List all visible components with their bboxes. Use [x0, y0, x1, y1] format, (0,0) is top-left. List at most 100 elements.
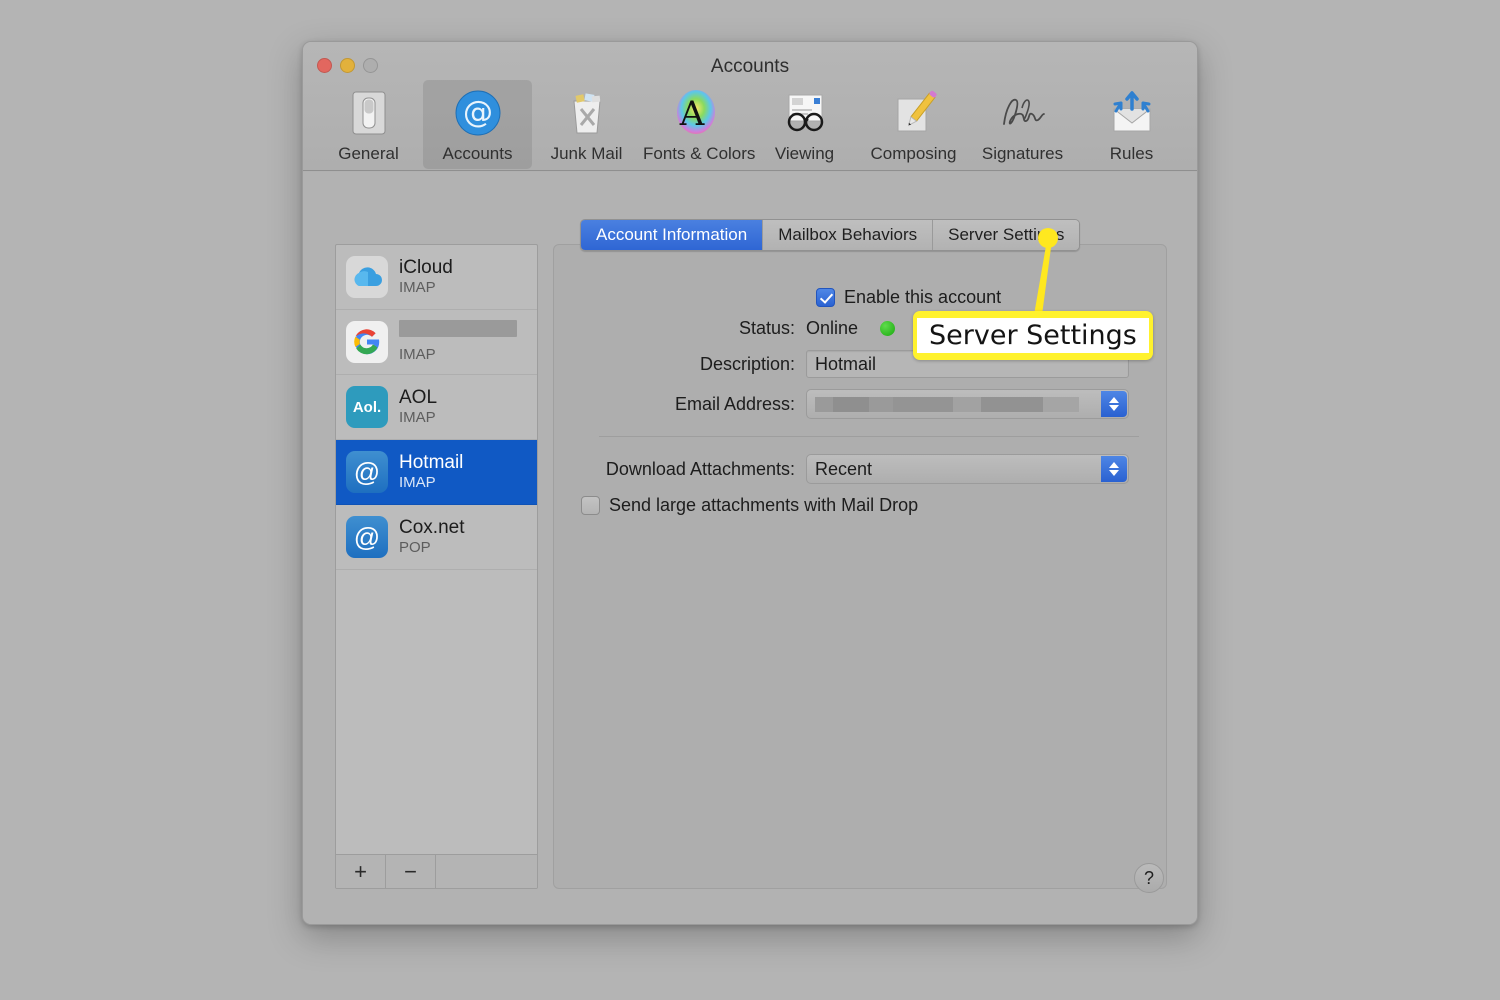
callout-text: Server Settings: [917, 318, 1149, 353]
accounts-list: iCloud IMAP IMAP Aol. AOL IMAP @ Hotmail…: [336, 245, 537, 855]
download-attachments-row: Download Attachments: Recent: [581, 454, 1151, 484]
redaction-block: [869, 396, 893, 412]
toolbar-label: Composing: [870, 144, 957, 163]
redaction-block: [953, 396, 981, 412]
email-address-redacted: [815, 390, 1120, 418]
toolbar-label: Junk Mail: [550, 144, 623, 163]
account-name: Hotmail: [399, 451, 464, 473]
redaction-block: [1043, 396, 1079, 412]
redaction-block: [893, 396, 953, 412]
at-sign-icon: @: [346, 516, 388, 558]
redaction-block: [981, 396, 1043, 412]
chevron-down-icon: [1109, 470, 1119, 476]
toolbar-item-composing[interactable]: Composing: [859, 80, 968, 169]
toolbar-item-accounts[interactable]: @ Accounts: [423, 80, 532, 169]
email-address-combobox[interactable]: [806, 389, 1129, 419]
toolbar-label: Accounts: [442, 144, 513, 163]
redaction-block: [833, 396, 869, 412]
redaction-block: [815, 396, 833, 412]
mail-drop-row[interactable]: Send large attachments with Mail Drop: [581, 495, 1151, 516]
composing-icon: [861, 86, 966, 140]
status-badge: [880, 321, 896, 336]
download-attachments-value: Recent: [815, 458, 873, 479]
aol-icon: Aol.: [346, 386, 388, 428]
list-item-text: iCloud IMAP: [399, 257, 453, 297]
form-divider: [599, 436, 1139, 437]
mail-drop-label: Send large attachments with Mail Drop: [609, 495, 919, 515]
account-name: AOL: [399, 386, 438, 408]
toolbar-label: General: [338, 144, 399, 163]
toolbar-item-fonts-colors[interactable]: A Fonts & Colors: [641, 80, 756, 169]
status-label: Status:: [738, 318, 795, 338]
account-name-redacted: [399, 320, 517, 345]
account-protocol: IMAP: [399, 279, 436, 297]
status-value: Online: [806, 318, 859, 338]
enable-account-label: Enable this account: [844, 287, 1002, 307]
account-name: Cox.net: [399, 516, 465, 538]
account-name: iCloud: [399, 256, 453, 278]
account-protocol: IMAP: [399, 409, 436, 427]
tab-account-information[interactable]: Account Information: [581, 220, 764, 250]
svg-text:@: @: [463, 95, 493, 130]
account-protocol: IMAP: [399, 474, 436, 492]
list-item-icloud[interactable]: iCloud IMAP: [336, 245, 537, 310]
junk-mail-icon: [534, 86, 639, 140]
account-tabs: Account Information Mailbox Behaviors Se…: [580, 219, 1081, 251]
list-item-text: Hotmail IMAP: [399, 452, 463, 492]
email-address-label: Email Address:: [674, 393, 795, 414]
redaction-block: [399, 320, 517, 338]
tab-mailbox-behaviors[interactable]: Mailbox Behaviors: [763, 220, 934, 250]
general-icon: [316, 86, 421, 140]
toolbar-label: Fonts & Colors: [643, 144, 756, 163]
preferences-body: iCloud IMAP IMAP Aol. AOL IMAP @ Hotmail…: [303, 172, 1197, 924]
chevron-up-icon: [1109, 462, 1119, 468]
rules-icon: [1079, 86, 1184, 140]
toolbar-item-viewing[interactable]: Viewing: [750, 80, 859, 169]
list-item-aol[interactable]: Aol. AOL IMAP: [336, 375, 537, 440]
download-attachments-label: Download Attachments:: [605, 458, 795, 479]
mail-preferences-window: Accounts General @ Accounts Junk Mail A …: [302, 41, 1198, 925]
description-label: Description:: [699, 353, 795, 374]
accounts-at-icon: @: [425, 86, 530, 140]
tab-server-settings[interactable]: Server Settings: [933, 220, 1080, 250]
account-protocol: IMAP: [399, 345, 436, 363]
svg-text:A: A: [678, 94, 704, 134]
account-protocol: POP: [399, 539, 431, 557]
fonts-colors-icon: A: [643, 86, 748, 140]
accounts-list-toolbar: + −: [336, 854, 537, 888]
toolbar-item-general[interactable]: General: [314, 80, 423, 169]
toolbar-item-junk-mail[interactable]: Junk Mail: [532, 80, 641, 169]
remove-account-button[interactable]: −: [386, 855, 436, 888]
help-button[interactable]: ?: [1134, 863, 1164, 893]
toolbar-item-signatures[interactable]: Signatures: [968, 80, 1077, 169]
window-titlebar: Accounts General @ Accounts Junk Mail A …: [303, 42, 1197, 171]
toolbar-label: Signatures: [981, 144, 1064, 163]
signatures-icon: [970, 86, 1075, 140]
viewing-icon: [752, 86, 857, 140]
enable-account-row[interactable]: Enable this account: [816, 287, 1151, 308]
list-item-coxnet[interactable]: @ Cox.net POP: [336, 505, 537, 570]
add-account-button[interactable]: +: [336, 855, 386, 888]
stepper-icon[interactable]: [1101, 391, 1127, 417]
list-item-google[interactable]: IMAP: [336, 310, 537, 375]
email-address-row: Email Address:: [581, 389, 1151, 419]
list-item-text: Cox.net POP: [399, 517, 464, 557]
list-item-hotmail[interactable]: @ Hotmail IMAP: [336, 440, 537, 505]
google-icon: [346, 321, 388, 363]
enable-account-checkbox[interactable]: [816, 288, 835, 307]
download-attachments-select[interactable]: Recent: [806, 454, 1129, 484]
mail-drop-checkbox[interactable]: [581, 496, 600, 515]
accounts-sidebar: iCloud IMAP IMAP Aol. AOL IMAP @ Hotmail…: [335, 244, 538, 889]
toolbar-label: Rules: [1109, 144, 1154, 163]
icloud-icon: [346, 256, 388, 298]
list-item-text: IMAP: [399, 320, 517, 363]
toolbar-item-rules[interactable]: Rules: [1077, 80, 1186, 169]
stepper-icon[interactable]: [1101, 456, 1127, 482]
chevron-down-icon: [1109, 405, 1119, 411]
toolbar-label: Viewing: [774, 144, 835, 163]
callout-annotation: Server Settings: [913, 311, 1153, 360]
preferences-toolbar: General @ Accounts Junk Mail A Fonts & C…: [311, 80, 1189, 169]
chevron-up-icon: [1109, 397, 1119, 403]
at-sign-icon: @: [346, 451, 388, 493]
